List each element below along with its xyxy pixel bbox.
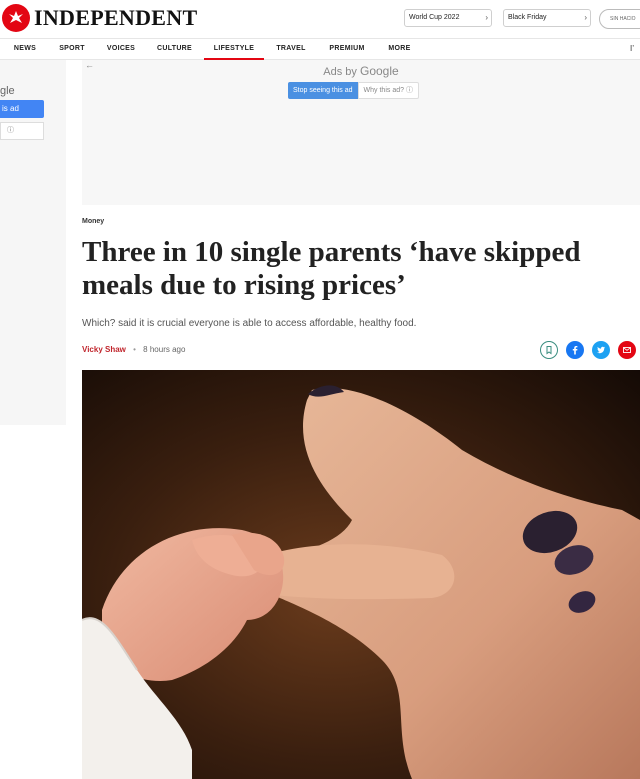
nav-item-overflow[interactable]: I’ [630, 39, 634, 59]
article-timestamp: 8 hours ago [143, 345, 186, 354]
ad-feedback-buttons: Stop seeing this ad Why this ad? ⓘ [288, 82, 419, 99]
sign-in-pill[interactable]: SIN HACIO [599, 9, 640, 29]
left-ad-panel: gle is ad ⓘ [0, 60, 66, 425]
bookmark-icon[interactable] [540, 341, 558, 359]
ads-by-google-label: Ads by Google [82, 64, 640, 78]
site-logo[interactable]: INDEPENDENT [2, 4, 197, 32]
twitter-icon[interactable] [592, 341, 610, 359]
nav-item-travel[interactable]: TRAVEL [275, 39, 307, 60]
article-byline: Vicky Shaw • 8 hours ago [82, 345, 185, 354]
world-cup-pill[interactable]: World Cup 2022 › [404, 9, 492, 27]
world-cup-label: World Cup 2022 [409, 14, 460, 21]
facebook-icon[interactable] [566, 341, 584, 359]
chevron-right-icon: › [485, 13, 488, 22]
ads-by-text: Ads by [323, 66, 357, 78]
article-category[interactable]: Money [82, 218, 104, 225]
site-header: INDEPENDENT World Cup 2022 › Black Frida… [0, 0, 640, 36]
hero-photo-illustration [82, 370, 640, 779]
left-why-ad-button[interactable]: ⓘ [0, 122, 44, 140]
article-headline: Three in 10 single parents ‘have skipped… [82, 236, 581, 301]
left-ad-google-label: gle [0, 85, 15, 97]
brand-wordmark: INDEPENDENT [34, 5, 198, 30]
why-this-ad-button[interactable]: Why this ad? ⓘ [357, 82, 419, 99]
nav-item-premium[interactable]: PREMIUM [327, 39, 367, 60]
nav-item-more[interactable]: MORE [387, 39, 412, 60]
main-nav: NEWS SPORT VOICES CULTURE LIFESTYLE TRAV… [0, 38, 640, 60]
article-standfirst: Which? said it is crucial everyone is ab… [82, 318, 417, 329]
article-hero-image [82, 370, 640, 779]
nav-item-lifestyle[interactable]: LIFESTYLE [204, 39, 264, 60]
google-wordmark: Google [360, 64, 399, 78]
nav-item-culture[interactable]: CULTURE [156, 39, 193, 60]
black-friday-pill[interactable]: Black Friday › [503, 9, 591, 27]
left-stop-label: is ad [2, 104, 19, 113]
email-icon[interactable] [618, 341, 636, 359]
info-icon: ⓘ [7, 127, 14, 134]
author-link[interactable]: Vicky Shaw [82, 345, 126, 354]
byline-separator: • [133, 345, 136, 354]
left-stop-seeing-button[interactable]: is ad [0, 100, 44, 118]
chevron-right-icon: › [584, 13, 587, 22]
eagle-logo-icon [2, 4, 30, 32]
ad-banner: ← Ads by Google Stop seeing this ad Why … [82, 60, 640, 205]
sign-in-label: SIN HACIO [610, 16, 636, 22]
nav-item-news[interactable]: NEWS [12, 39, 38, 60]
black-friday-label: Black Friday [508, 14, 547, 21]
stop-seeing-ad-button[interactable]: Stop seeing this ad [288, 82, 358, 99]
nav-item-voices[interactable]: VOICES [105, 39, 137, 60]
nav-item-sport[interactable]: SPORT [58, 39, 86, 60]
